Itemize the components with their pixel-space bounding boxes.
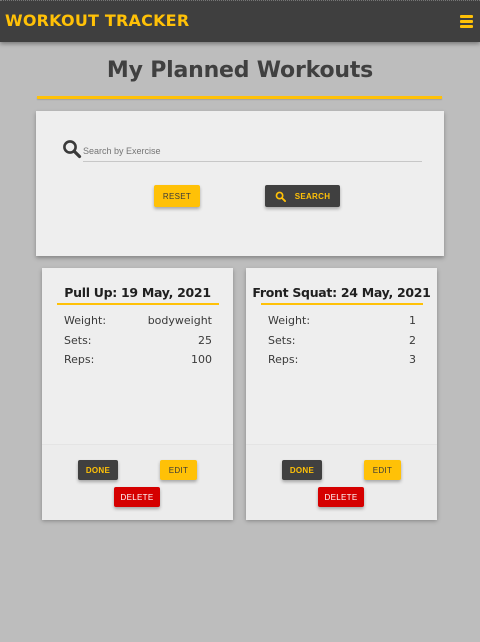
weight-label: Weight: <box>64 314 107 327</box>
card-divider <box>57 303 219 305</box>
reset-button-label: RESET <box>162 191 192 201</box>
delete-button[interactable]: DELETE <box>318 487 364 507</box>
navbar: WORKOUT TRACKER <box>0 0 480 42</box>
brand-logo[interactable]: WORKOUT TRACKER <box>5 11 189 30</box>
sets-value: 2 <box>409 334 416 347</box>
delete-button-label: DELETE <box>324 492 358 502</box>
workout-card: Front Squat: 24 May, 2021 Weight: 1 Sets… <box>246 268 437 520</box>
sets-label: Sets: <box>64 334 92 347</box>
reps-label: Reps: <box>268 353 299 366</box>
search-panel: RESET SEARCH <box>36 111 444 256</box>
hamburger-menu-icon[interactable] <box>460 15 473 28</box>
reps-label: Reps: <box>64 353 95 366</box>
edit-button[interactable]: EDIT <box>364 460 401 480</box>
weight-row: Weight: bodyweight <box>64 314 212 330</box>
card-actions: DONE EDIT DELETE <box>42 444 233 520</box>
reps-value: 100 <box>191 353 212 366</box>
search-icon <box>63 140 82 159</box>
reps-row: Reps: 3 <box>268 353 416 369</box>
delete-button-label: DELETE <box>120 492 154 502</box>
workout-title: Pull Up: 19 May, 2021 <box>64 285 211 300</box>
workout-card: Pull Up: 19 May, 2021 Weight: bodyweight… <box>42 268 233 520</box>
reset-button[interactable]: RESET <box>154 185 200 207</box>
done-button-label: DONE <box>289 465 315 475</box>
edit-button-label: EDIT <box>372 465 393 475</box>
title-divider <box>37 96 442 99</box>
search-input[interactable] <box>83 141 422 162</box>
edit-button[interactable]: EDIT <box>160 460 197 480</box>
search-button[interactable]: SEARCH <box>265 185 340 207</box>
sets-row: Sets: 25 <box>64 334 212 350</box>
done-button[interactable]: DONE <box>282 460 322 480</box>
search-icon <box>275 191 286 202</box>
weight-value: 1 <box>409 314 416 327</box>
done-button-label: DONE <box>85 465 111 475</box>
reps-row: Reps: 100 <box>64 353 212 369</box>
delete-button[interactable]: DELETE <box>114 487 160 507</box>
sets-value: 25 <box>198 334 212 347</box>
search-button-label: SEARCH <box>294 191 331 201</box>
edit-button-label: EDIT <box>168 465 189 475</box>
card-divider <box>261 303 423 305</box>
page-title: My Planned Workouts <box>106 58 374 83</box>
reps-value: 3 <box>409 353 416 366</box>
workout-title: Front Squat: 24 May, 2021 <box>252 285 431 300</box>
weight-value: bodyweight <box>147 314 212 327</box>
weight-row: Weight: 1 <box>268 314 416 330</box>
sets-label: Sets: <box>268 334 296 347</box>
done-button[interactable]: DONE <box>78 460 118 480</box>
sets-row: Sets: 2 <box>268 334 416 350</box>
weight-label: Weight: <box>268 314 311 327</box>
card-actions: DONE EDIT DELETE <box>246 444 437 520</box>
